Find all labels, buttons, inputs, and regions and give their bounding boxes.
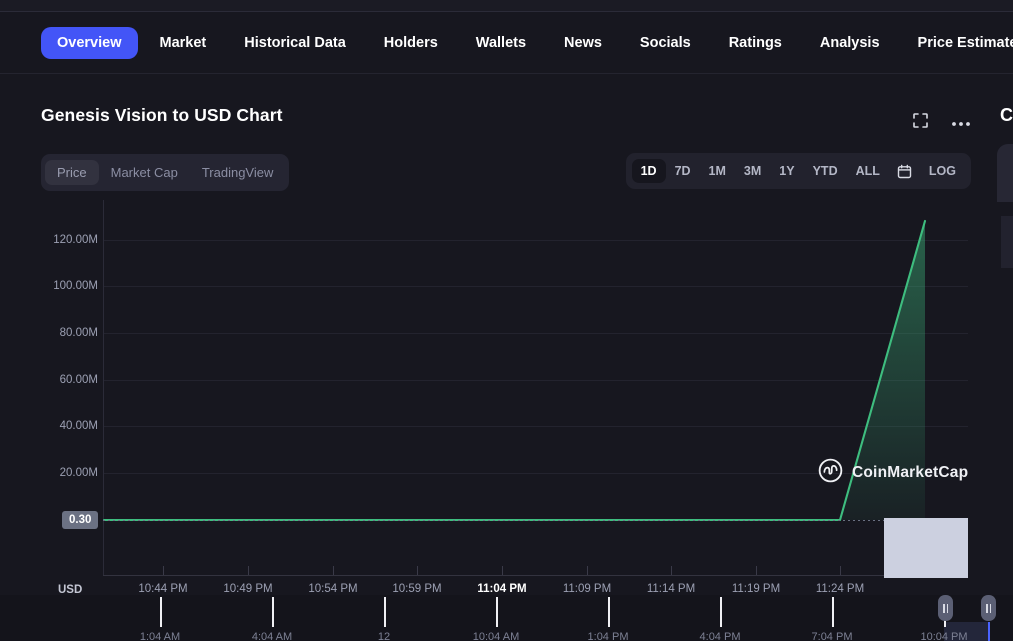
- tab-analysis[interactable]: Analysis: [804, 27, 896, 60]
- x-tick: [163, 566, 164, 575]
- brush-left-handle[interactable]: [938, 595, 953, 621]
- x-tick: [502, 566, 503, 575]
- x-tick-label: 10:54 PM: [308, 584, 357, 596]
- price-chart[interactable]: 120.00M 100.00M 80.00M 60.00M 40.00M 20.…: [0, 200, 1013, 641]
- x-tick: [248, 566, 249, 575]
- log-scale-toggle[interactable]: LOG: [920, 159, 965, 184]
- watermark-text: CoinMarketCap: [852, 464, 968, 482]
- range-7d[interactable]: 7D: [666, 159, 700, 184]
- section-nav-tabs: Overview Market Historical Data Holders …: [0, 12, 1013, 74]
- navigator-label: 1:04 AM: [140, 632, 180, 641]
- navigator-right-edge: [988, 622, 990, 641]
- x-tick: [671, 566, 672, 575]
- current-price-badge: 0.30: [62, 511, 98, 529]
- x-tick-label: 11:14 PM: [647, 584, 695, 596]
- x-tick-label: 11:04 PM: [477, 584, 526, 596]
- x-tick-label: 11:19 PM: [732, 584, 780, 596]
- chart-selection-highlight[interactable]: [884, 518, 968, 578]
- range-1d[interactable]: 1D: [632, 159, 666, 184]
- toggle-tradingview[interactable]: TradingView: [190, 160, 286, 185]
- page-title: Genesis Vision to USD Chart: [41, 105, 283, 126]
- navigator-label: 4:04 AM: [252, 632, 292, 641]
- navigator-label: 12: [378, 632, 390, 641]
- calendar-icon[interactable]: [889, 160, 920, 183]
- coinmarketcap-logo-icon: [818, 458, 843, 488]
- fullscreen-icon[interactable]: [912, 112, 929, 134]
- navigator-label: 10:04 PM: [920, 632, 967, 641]
- range-1y[interactable]: 1Y: [770, 159, 803, 184]
- toggle-market-cap[interactable]: Market Cap: [99, 160, 190, 185]
- x-tick-label: 10:49 PM: [223, 584, 272, 596]
- nav-divider: [0, 73, 1013, 74]
- tab-news[interactable]: News: [548, 27, 618, 60]
- x-tick-label: 11:24 PM: [816, 584, 864, 596]
- navigator-tick: [832, 597, 834, 627]
- navigator-tick: [160, 597, 162, 627]
- tab-price-estimates[interactable]: Price Estimates: [902, 27, 1013, 60]
- navigator-tick: [496, 597, 498, 627]
- x-tick: [756, 566, 757, 575]
- x-tick: [587, 566, 588, 575]
- right-panel-card[interactable]: [997, 144, 1013, 202]
- coinmarketcap-watermark: CoinMarketCap: [818, 458, 968, 488]
- brush-right-handle[interactable]: [981, 595, 996, 621]
- tab-socials[interactable]: Socials: [624, 27, 707, 60]
- x-tick: [840, 566, 841, 575]
- current-price-line: [103, 520, 968, 521]
- x-tick-label: 11:09 PM: [563, 584, 611, 596]
- tab-market[interactable]: Market: [144, 27, 223, 60]
- page-root: Overview Market Historical Data Holders …: [0, 0, 1013, 641]
- x-tick: [333, 566, 334, 575]
- time-range-selector: 1D 7D 1M 3M 1Y YTD ALL LOG: [626, 153, 971, 189]
- navigator-tick: [720, 597, 722, 627]
- range-3m[interactable]: 3M: [735, 159, 770, 184]
- navigator-label: 4:04 PM: [700, 632, 741, 641]
- price-series: [0, 200, 1013, 641]
- range-1m[interactable]: 1M: [700, 159, 735, 184]
- tab-historical-data[interactable]: Historical Data: [228, 27, 362, 60]
- navigator-tick: [272, 597, 274, 627]
- x-tick-label: 10:59 PM: [392, 584, 441, 596]
- navigator-label: 1:04 PM: [588, 632, 629, 641]
- navigator-tick: [608, 597, 610, 627]
- navigator-tick: [384, 597, 386, 627]
- chart-header-actions: [912, 112, 971, 134]
- right-panel-card-secondary[interactable]: [1001, 216, 1013, 268]
- toggle-price[interactable]: Price: [45, 160, 99, 185]
- chart-view-toggle: Price Market Cap TradingView: [41, 154, 289, 191]
- range-all[interactable]: ALL: [847, 159, 889, 184]
- navigator-label: 10:04 AM: [473, 632, 519, 641]
- tab-holders[interactable]: Holders: [368, 27, 454, 60]
- more-options-icon[interactable]: [951, 114, 971, 132]
- tab-overview[interactable]: Overview: [41, 27, 138, 60]
- tab-ratings[interactable]: Ratings: [713, 27, 798, 60]
- x-tick-label: 10:44 PM: [138, 584, 187, 596]
- range-ytd[interactable]: YTD: [804, 159, 847, 184]
- navigator-label: 7:04 PM: [812, 632, 853, 641]
- x-tick: [417, 566, 418, 575]
- tab-wallets[interactable]: Wallets: [460, 27, 542, 60]
- right-panel-title: C: [1000, 105, 1013, 126]
